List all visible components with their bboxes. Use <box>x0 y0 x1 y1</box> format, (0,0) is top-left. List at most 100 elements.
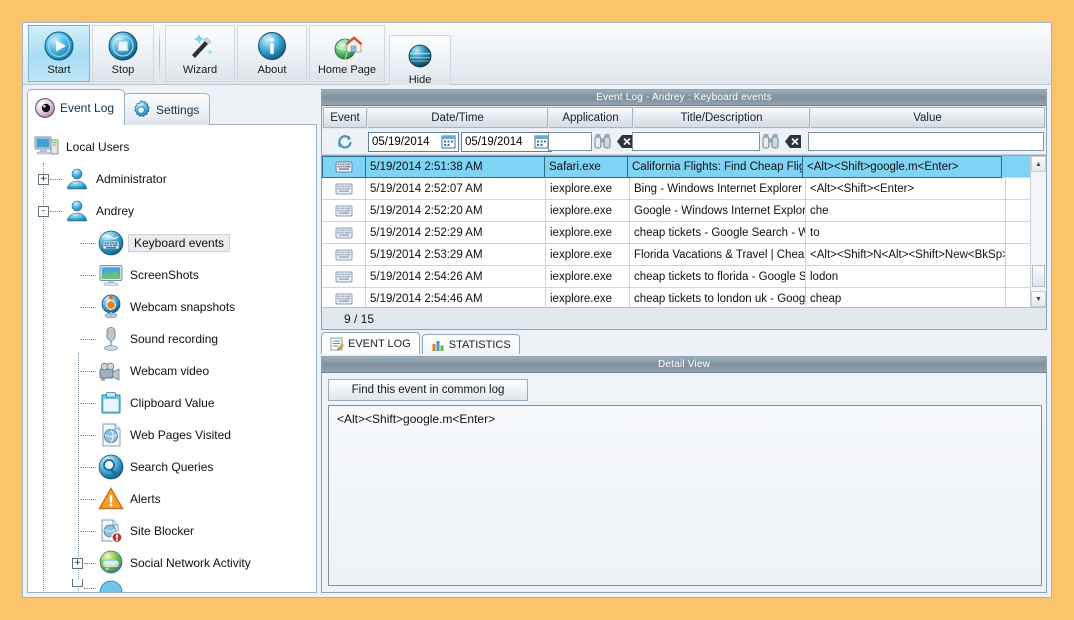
webcam-icon <box>101 294 121 318</box>
application-filter-input[interactable] <box>548 132 592 151</box>
table-row[interactable]: 5/19/2014 2:51:38 AM Safari.exe Californ… <box>322 156 1046 178</box>
event-log-panel-title: Event Log - Andrey : Keyboard events <box>322 90 1046 106</box>
sidebar-item-screenshots[interactable]: ScreenShots <box>28 259 316 291</box>
column-header-event[interactable]: Event <box>323 107 367 128</box>
row-datetime: 5/19/2014 2:54:46 AM <box>366 288 546 307</box>
calendar-icon[interactable] <box>441 134 456 149</box>
sidebar-item-search-queries[interactable]: Search Queries <box>28 451 316 483</box>
table-row[interactable]: 5/19/2014 2:52:07 AM iexplore.exe Bing -… <box>322 178 1046 200</box>
scroll-down-arrow[interactable]: ▼ <box>1031 291 1046 307</box>
row-datetime: 5/19/2014 2:52:20 AM <box>366 200 546 221</box>
sidebar-item-sound-recording[interactable]: Sound recording <box>28 323 316 355</box>
globe-partial-icon <box>99 580 123 592</box>
row-value: <Alt><Shift><Enter> <box>806 178 1006 199</box>
row-value: cheap <box>806 288 1006 307</box>
microphone-icon <box>104 327 118 351</box>
column-header-application[interactable]: Application <box>549 107 633 128</box>
column-header-datetime[interactable]: Date/Time <box>368 107 548 128</box>
sidebar-item-keyboard-events[interactable]: Keyboard events <box>28 227 316 259</box>
value-filter-input[interactable] <box>808 132 1044 151</box>
stop-button-label: Stop <box>111 64 135 76</box>
tab-settings-label: Settings <box>156 102 200 117</box>
date-from-field[interactable] <box>368 131 459 152</box>
wizard-button[interactable]: Wizard <box>165 25 235 82</box>
tree-node-administrator[interactable]: + Administrator <box>28 163 316 195</box>
event-log-panel: Event Log - Andrey : Keyboard events Eve… <box>321 89 1047 330</box>
row-title: cheap tickets to london uk - Google <box>630 288 806 307</box>
row-event-icon-cell <box>322 156 366 178</box>
sidebar-item-partial[interactable] <box>28 579 316 592</box>
about-button[interactable]: About <box>237 25 307 82</box>
detail-view-panel: Detail View Find this event in common lo… <box>321 356 1047 593</box>
refresh-icon[interactable] <box>336 133 353 150</box>
sidebar-item-clipboard-value[interactable]: Clipboard Value <box>28 387 316 419</box>
row-datetime: 5/19/2014 2:52:29 AM <box>366 222 546 243</box>
filter-datetime-cell <box>366 129 552 154</box>
scroll-up-arrow[interactable]: ▲ <box>1031 156 1046 172</box>
keyboard-row-icon <box>335 161 353 173</box>
row-title: Bing - Windows Internet Explorer <box>630 178 806 199</box>
row-event-icon-cell <box>322 288 366 307</box>
stop-icon <box>108 31 138 61</box>
grid-filter-row <box>322 129 1046 155</box>
expander-partial[interactable] <box>72 579 83 587</box>
home-page-button[interactable]: Home Page <box>309 25 385 82</box>
scroll-thumb[interactable] <box>1032 265 1045 287</box>
sidebar-item-alerts[interactable]: Alerts <box>28 483 316 515</box>
clear-filter-icon[interactable] <box>784 133 802 150</box>
column-header-value[interactable]: Value <box>811 107 1045 128</box>
tree-connector <box>80 339 96 340</box>
row-application: iexplore.exe <box>546 266 630 287</box>
table-row[interactable]: 5/19/2014 2:54:26 AM iexplore.exe cheap … <box>322 266 1046 288</box>
detail-view-content: <Alt><Shift>google.m<Enter> <box>328 405 1042 586</box>
tree-node-andrey[interactable]: – Andrey <box>28 195 316 227</box>
sidebar-item-site-blocker[interactable]: Site Blocker <box>28 515 316 547</box>
magnifier-icon <box>98 454 124 480</box>
row-event-icon-cell <box>322 178 366 199</box>
sidebar-item-web-pages-visited[interactable]: Web Pages Visited <box>28 419 316 451</box>
user-tree-panel: Local Users + Administrator – Andrey Key… <box>27 124 317 593</box>
tab-event-log[interactable]: Event Log <box>27 89 126 125</box>
toolbar-group-window: Hide Minimize <box>386 25 1047 191</box>
expander-social-glyph: + <box>73 557 82 568</box>
sidebar-item-webcam-video[interactable]: Webcam video <box>28 355 316 387</box>
column-header-title-description[interactable]: Title/Description <box>634 107 810 128</box>
content-area: Event Log - Andrey : Keyboard events Eve… <box>319 85 1051 597</box>
expander-andrey-glyph: – <box>41 205 46 216</box>
grid-vertical-scrollbar[interactable]: ▲ ▼ <box>1030 156 1046 307</box>
sidebar-item-social-network-activity[interactable]: + Social Network Activity <box>28 547 316 579</box>
expander-andrey[interactable]: – <box>38 205 49 217</box>
tab-event-log-view[interactable]: EVENT LOG <box>321 332 420 354</box>
home-page-button-label: Home Page <box>317 64 377 76</box>
expander-administrator[interactable]: + <box>38 173 49 185</box>
date-to-field[interactable] <box>461 131 552 152</box>
table-row[interactable]: 5/19/2014 2:52:29 AM iexplore.exe cheap … <box>322 222 1046 244</box>
tree-connector <box>80 371 96 372</box>
date-to-input[interactable] <box>462 132 534 151</box>
sidebar-item-screenshots-label: ScreenShots <box>130 268 199 282</box>
detail-view-toolbar: Find this event in common log <box>322 373 1046 405</box>
stop-button[interactable]: Stop <box>92 25 154 82</box>
title-filter-input[interactable] <box>632 132 760 151</box>
find-event-in-common-log-button[interactable]: Find this event in common log <box>328 379 528 401</box>
tab-settings[interactable]: Settings <box>123 93 211 125</box>
play-icon <box>44 31 74 61</box>
binoculars-icon[interactable] <box>594 133 612 150</box>
binoculars-icon[interactable] <box>762 133 780 150</box>
tree-node-local-users[interactable]: Local Users <box>28 131 316 163</box>
tab-statistics[interactable]: STATISTICS <box>421 334 520 354</box>
row-application: Safari.exe <box>544 156 628 178</box>
row-event-icon-cell <box>322 244 366 265</box>
table-row[interactable]: 5/19/2014 2:52:20 AM iexplore.exe Google… <box>322 200 1046 222</box>
expander-social-network-activity[interactable]: + <box>72 557 83 569</box>
table-row[interactable]: 5/19/2014 2:53:29 AM iexplore.exe Florid… <box>322 244 1046 266</box>
sidebar-item-webcam-snapshots[interactable]: Webcam snapshots <box>28 291 316 323</box>
bar-chart-icon <box>432 340 444 351</box>
table-row[interactable]: 5/19/2014 2:54:46 AM iexplore.exe cheap … <box>322 288 1046 307</box>
date-from-input[interactable] <box>369 132 441 151</box>
user-tree: Local Users + Administrator – Andrey Key… <box>28 125 316 592</box>
start-button[interactable]: Start <box>28 25 90 82</box>
hide-button[interactable]: Hide <box>389 35 451 87</box>
warning-icon <box>98 487 124 510</box>
keyboard-row-icon <box>335 183 352 194</box>
